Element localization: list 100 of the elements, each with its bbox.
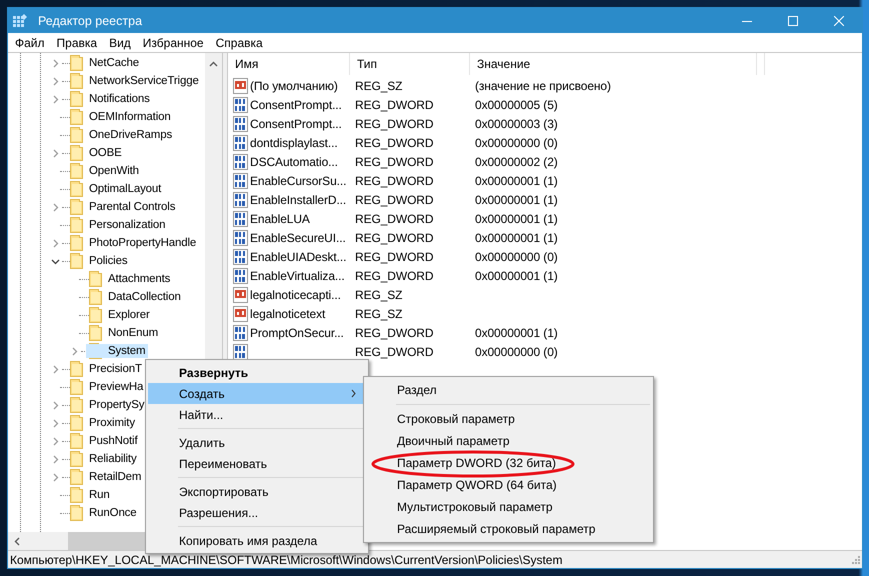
chevron-right-icon[interactable] <box>51 148 60 158</box>
tree-item[interactable]: Run <box>87 488 112 502</box>
value-name[interactable]: EnableLUA <box>250 212 310 224</box>
tree-item[interactable]: PropertySy <box>87 398 146 412</box>
folder-icon <box>70 73 83 89</box>
column-header[interactable]: Имя <box>228 53 350 75</box>
menu-item[interactable]: Справка <box>214 36 270 50</box>
value-name[interactable]: EnableSecureUI... <box>250 232 346 244</box>
value-name[interactable]: (По умолчанию) <box>250 80 338 92</box>
tree-item[interactable]: OEMInformation <box>87 110 173 124</box>
tree-item[interactable]: Notifications <box>87 92 152 106</box>
value-type: REG_SZ <box>355 308 402 320</box>
tree-item[interactable]: Personalization <box>87 218 168 232</box>
value-data: 0x00000002 (2) <box>475 156 558 168</box>
window-title: Редактор реестра <box>38 14 144 28</box>
chevron-right-icon[interactable] <box>51 202 60 212</box>
menu-option[interactable]: Переименовать <box>148 453 366 474</box>
column-header[interactable]: Значение <box>470 53 757 75</box>
close-icon <box>834 16 844 26</box>
value-name[interactable]: legalnoticecapti... <box>250 288 341 300</box>
binary-value-icon <box>233 154 248 170</box>
menu-item[interactable]: Правка <box>56 36 104 50</box>
value-type: REG_DWORD <box>355 136 434 148</box>
menu-option[interactable]: Мультистроковый параметр <box>366 496 651 518</box>
value-name[interactable]: DSCAutomatio... <box>250 156 338 168</box>
value-name[interactable]: EnableInstallerD... <box>250 194 346 206</box>
folder-icon <box>70 145 83 161</box>
menu-item[interactable]: Вид <box>108 36 138 50</box>
value-name[interactable]: PromptOnSecur... <box>250 326 344 338</box>
binary-value-icon <box>233 134 248 150</box>
tree-item[interactable]: OpenWith <box>87 164 141 178</box>
tree-item[interactable]: NetCache <box>87 56 141 70</box>
app-icon <box>13 14 27 28</box>
folder-icon <box>70 55 83 71</box>
tree-item[interactable]: PhotoPropertyHandle <box>87 236 198 250</box>
value-name[interactable]: EnableVirtualiza... <box>250 270 345 282</box>
value-name[interactable]: EnableUIADeskt... <box>250 250 346 262</box>
value-type: REG_DWORD <box>355 98 434 110</box>
menu-option[interactable]: Развернуть <box>148 362 366 383</box>
menu-option[interactable]: Удалить <box>148 432 366 453</box>
menu-option[interactable]: Найти... <box>148 404 366 425</box>
value-type: REG_DWORD <box>355 346 434 358</box>
chevron-right-icon[interactable] <box>51 364 60 374</box>
tree-item[interactable]: PrecisionT <box>87 362 144 376</box>
menu-option[interactable]: Копировать имя раздела <box>148 530 366 551</box>
folder-icon <box>70 379 83 395</box>
tree-item[interactable]: Explorer <box>106 308 152 322</box>
folder-icon <box>89 325 102 341</box>
tree-item[interactable]: Attachments <box>106 272 172 286</box>
chevron-down-icon[interactable] <box>51 256 60 266</box>
value-name[interactable]: ConsentPrompt... <box>250 118 342 130</box>
value-name[interactable]: legalnoticetext <box>250 308 326 320</box>
tree-item[interactable]: Proximity <box>87 416 137 430</box>
tree-item[interactable]: RetailDem <box>87 470 144 484</box>
folder-icon <box>70 361 83 377</box>
value-type: REG_DWORD <box>355 156 434 168</box>
menu-item[interactable]: Файл <box>14 36 52 50</box>
maximize-icon <box>788 16 798 26</box>
menu-option[interactable]: Двоичный параметр <box>366 430 651 452</box>
menu-option[interactable]: Параметр DWORD (32 бита) <box>366 452 651 474</box>
menu-option[interactable]: Расширяемый строковый параметр <box>366 518 651 540</box>
folder-icon <box>70 505 83 521</box>
chevron-right-icon[interactable] <box>51 238 60 248</box>
tree-item[interactable]: OOBE <box>87 146 124 160</box>
resize-grip-icon[interactable] <box>852 556 860 564</box>
value-data: 0x00000001 (1) <box>475 194 558 206</box>
menu-option[interactable]: Раздел <box>366 379 651 401</box>
tree-item[interactable]: DataCollection <box>106 290 183 304</box>
menu-item[interactable]: Избранное <box>142 36 211 50</box>
tree-item[interactable]: NetworkServiceTrigge <box>87 74 201 88</box>
folder-icon <box>89 307 102 323</box>
menu-option[interactable]: Создать <box>148 383 366 404</box>
tree-item[interactable]: Reliability <box>87 452 139 466</box>
binary-value-icon <box>233 96 248 112</box>
value-name[interactable]: dontdisplaylast... <box>250 136 338 148</box>
chevron-right-icon[interactable] <box>70 346 79 356</box>
value-name[interactable]: ConsentPrompt... <box>250 98 342 110</box>
tree-item[interactable]: PreviewHa <box>87 380 146 394</box>
tree-item[interactable]: OptimalLayout <box>87 182 164 196</box>
binary-value-icon <box>233 324 248 340</box>
tree-item[interactable]: OneDriveRamps <box>87 128 174 142</box>
value-type: REG_SZ <box>355 288 402 300</box>
tree-item[interactable]: RunOnce <box>87 506 139 520</box>
tree-item[interactable]: NonEnum <box>106 326 160 340</box>
menu-option[interactable]: Разрешения... <box>148 502 366 523</box>
binary-value-icon <box>233 210 248 226</box>
column-header[interactable]: Тип <box>350 53 470 75</box>
scroll-left-icon[interactable] <box>14 536 20 546</box>
value-name[interactable]: EnableCursorSu... <box>250 174 346 186</box>
menu-option[interactable]: Экспортировать <box>148 481 366 502</box>
tree-item[interactable]: Policies <box>87 254 130 268</box>
tree-item[interactable]: Parental Controls <box>87 200 178 214</box>
value-type: REG_DWORD <box>355 212 434 224</box>
status-path: Компьютер\HKEY_LOCAL_MACHINE\SOFTWARE\Microsoft\Windows\CurrentVersion\Policies\System <box>10 552 564 566</box>
scroll-up-icon[interactable] <box>209 61 218 67</box>
value-data: 0x00000003 (3) <box>475 118 558 130</box>
menu-option[interactable]: Строковый параметр <box>366 408 651 430</box>
value-type: REG_DWORD <box>355 174 434 186</box>
tree-item[interactable]: PushNotif <box>87 434 140 448</box>
value-data: 0x00000001 (1) <box>475 232 558 244</box>
